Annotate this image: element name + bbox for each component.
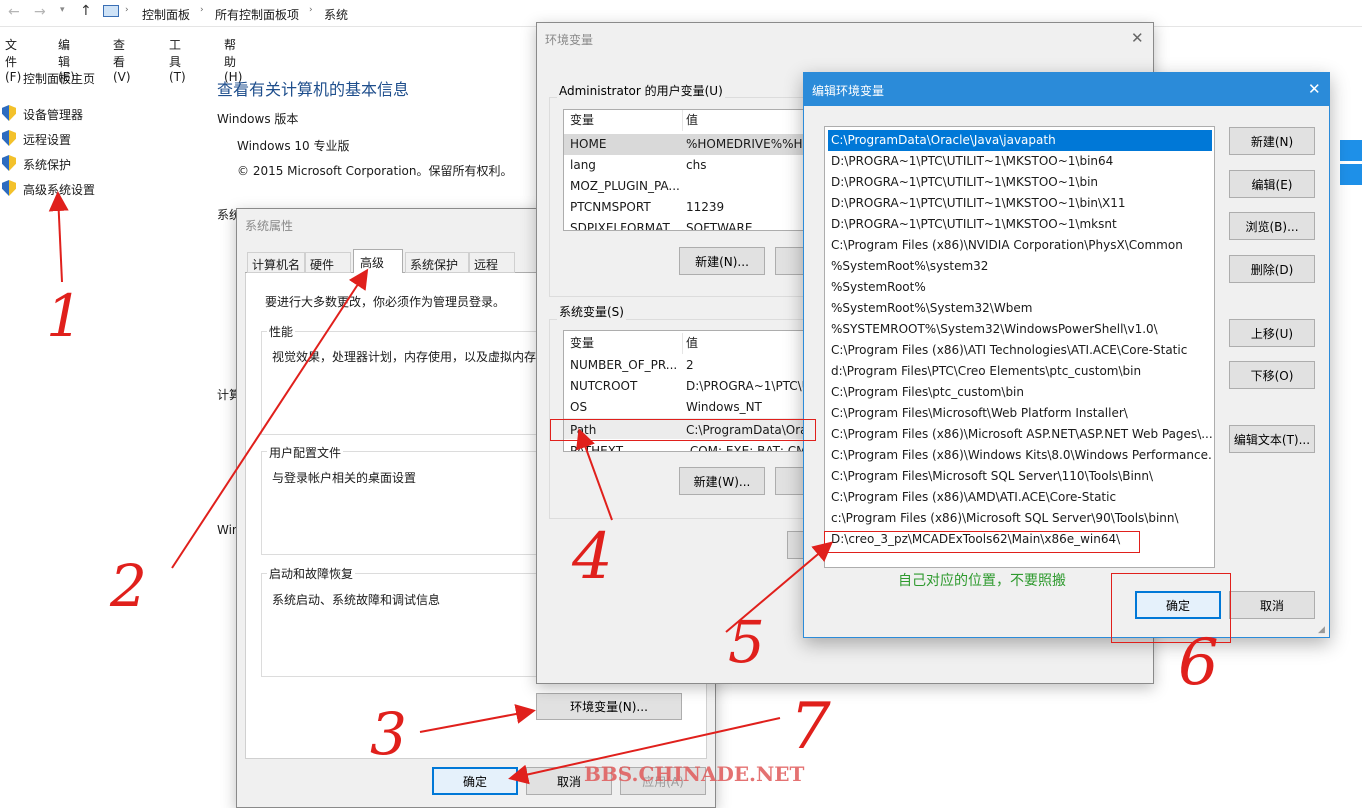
annotation-number-5: 5	[728, 608, 765, 676]
arrow-1	[48, 191, 69, 283]
annotation-number-1: 1	[46, 282, 83, 350]
annotation-number-4: 4	[572, 520, 613, 594]
arrow-4	[576, 428, 613, 521]
watermark: BBS.CHINADE.NET	[584, 762, 805, 786]
annotation-number-2: 2	[110, 552, 147, 620]
annotation-number-6: 6	[1178, 626, 1219, 700]
arrow-3	[419, 704, 536, 733]
arrow-2	[171, 268, 369, 569]
annotation-number-7: 7	[790, 690, 831, 764]
annotation-arrows	[48, 191, 834, 785]
annotation-number-3: 3	[370, 700, 407, 768]
